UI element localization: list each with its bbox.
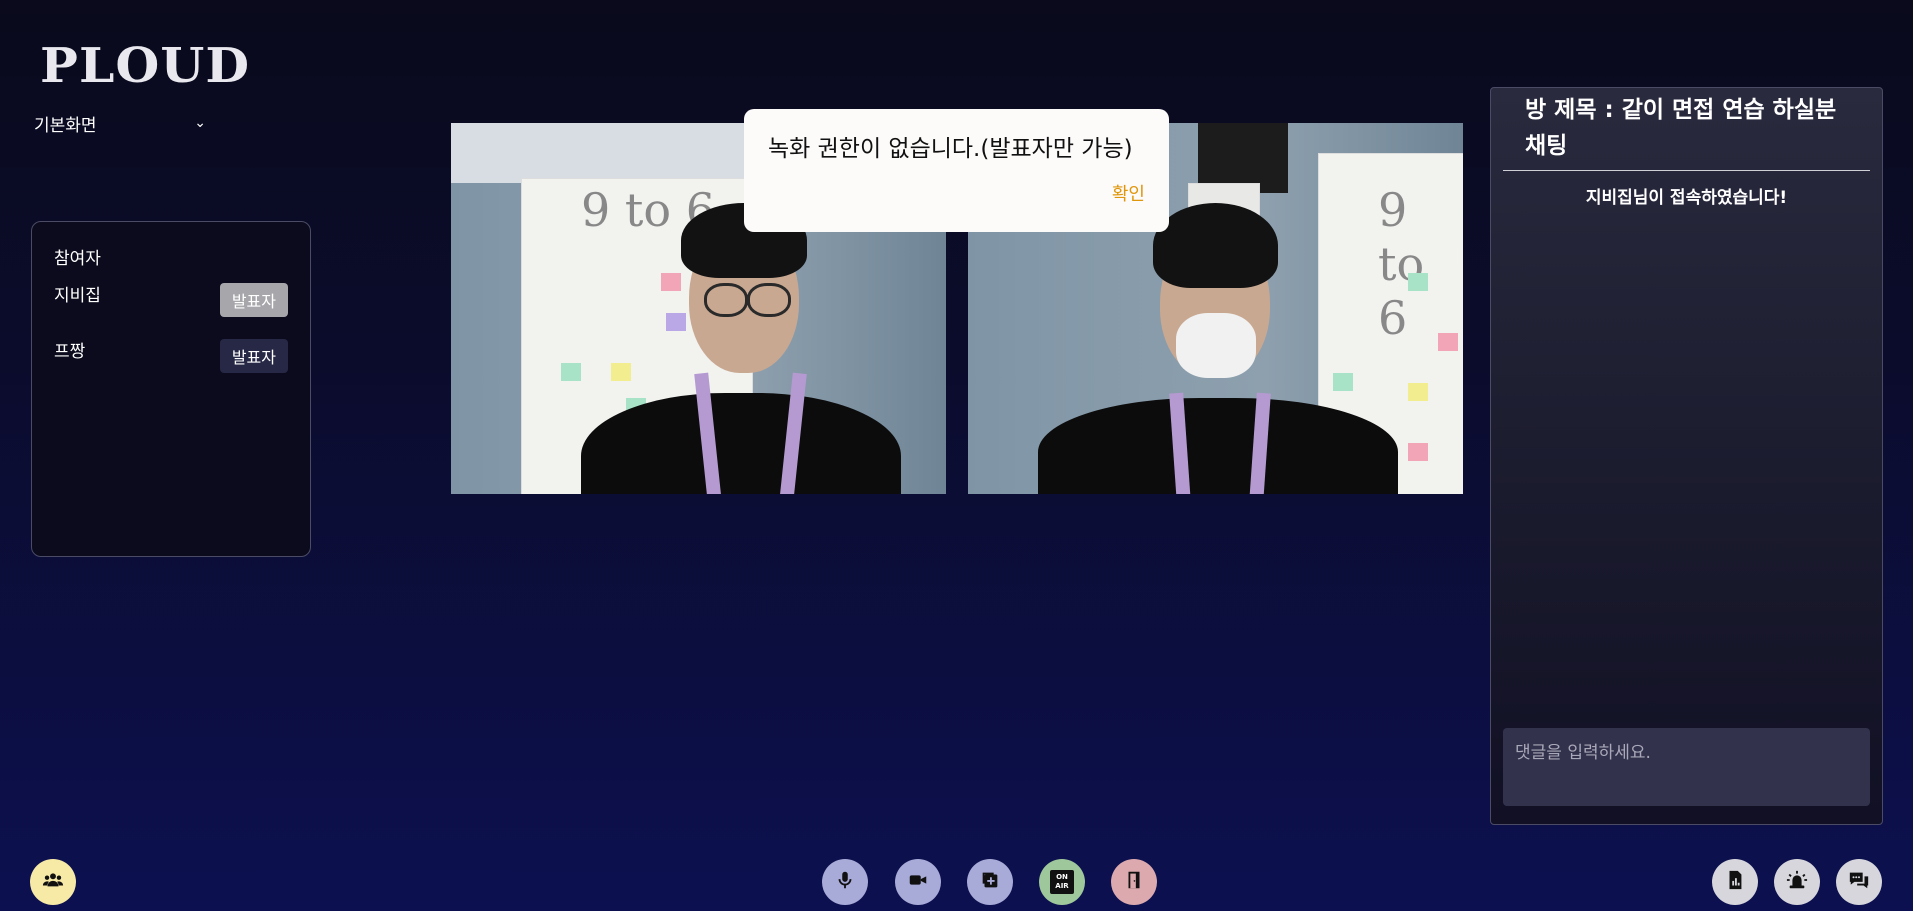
document-chart-icon bbox=[1724, 869, 1746, 895]
view-mode-value: 기본화면 bbox=[34, 115, 97, 136]
participants-toggle-button[interactable] bbox=[30, 859, 76, 905]
system-message: 지비집님이 접속하였습니다! bbox=[1585, 188, 1788, 208]
chat-title: 방 제목 : 같이 면접 연습 하실분 채팅 bbox=[1503, 88, 1870, 171]
users-icon bbox=[42, 869, 64, 895]
video-camera-icon bbox=[907, 869, 929, 895]
participant-row: 프짱 발표자 bbox=[54, 339, 288, 395]
leave-room-button[interactable] bbox=[1111, 859, 1157, 905]
screen-share-icon bbox=[979, 869, 1001, 895]
participant-name: 지비집 bbox=[54, 286, 101, 306]
presenter-button[interactable]: 발표자 bbox=[219, 339, 288, 373]
microphone-button[interactable] bbox=[822, 859, 868, 905]
presenter-button[interactable]: 발표자 bbox=[219, 283, 288, 317]
chat-input[interactable]: 댓글을 입력하세요. bbox=[1503, 728, 1870, 806]
participant-name: 프짱 bbox=[54, 342, 86, 362]
door-exit-icon bbox=[1123, 869, 1145, 895]
report-button[interactable] bbox=[1712, 859, 1758, 905]
alarm-button[interactable] bbox=[1774, 859, 1820, 905]
chat-bubbles-icon bbox=[1848, 869, 1870, 895]
camera-button[interactable] bbox=[895, 859, 941, 905]
on-air-icon: ON AIR bbox=[1050, 870, 1074, 894]
chat-toggle-button[interactable] bbox=[1836, 859, 1882, 905]
confirm-button[interactable]: 확인 bbox=[1112, 180, 1145, 206]
alert-message: 녹화 권한이 없습니다.(발표자만 가능) bbox=[768, 136, 1133, 162]
participants-title: 참여자 bbox=[54, 249, 101, 269]
app-logo: PLOUD bbox=[40, 38, 251, 94]
record-on-air-button[interactable]: ON AIR bbox=[1039, 859, 1085, 905]
participants-panel: 참여자 지비집 발표자 프짱 발표자 bbox=[31, 221, 311, 557]
participant-row: 지비집 발표자 bbox=[54, 283, 288, 339]
siren-icon bbox=[1786, 869, 1808, 895]
microphone-icon bbox=[834, 869, 856, 895]
screen-share-button[interactable] bbox=[967, 859, 1013, 905]
alert-dialog: 녹화 권한이 없습니다.(발표자만 가능) 확인 bbox=[744, 109, 1169, 232]
chevron-down-icon: ⌄ bbox=[194, 115, 206, 131]
view-mode-select[interactable]: 기본화면 ⌄ bbox=[34, 110, 210, 136]
chat-panel: 방 제목 : 같이 면접 연습 하실분 채팅 지비집님이 접속하였습니다! 댓글… bbox=[1490, 87, 1883, 825]
